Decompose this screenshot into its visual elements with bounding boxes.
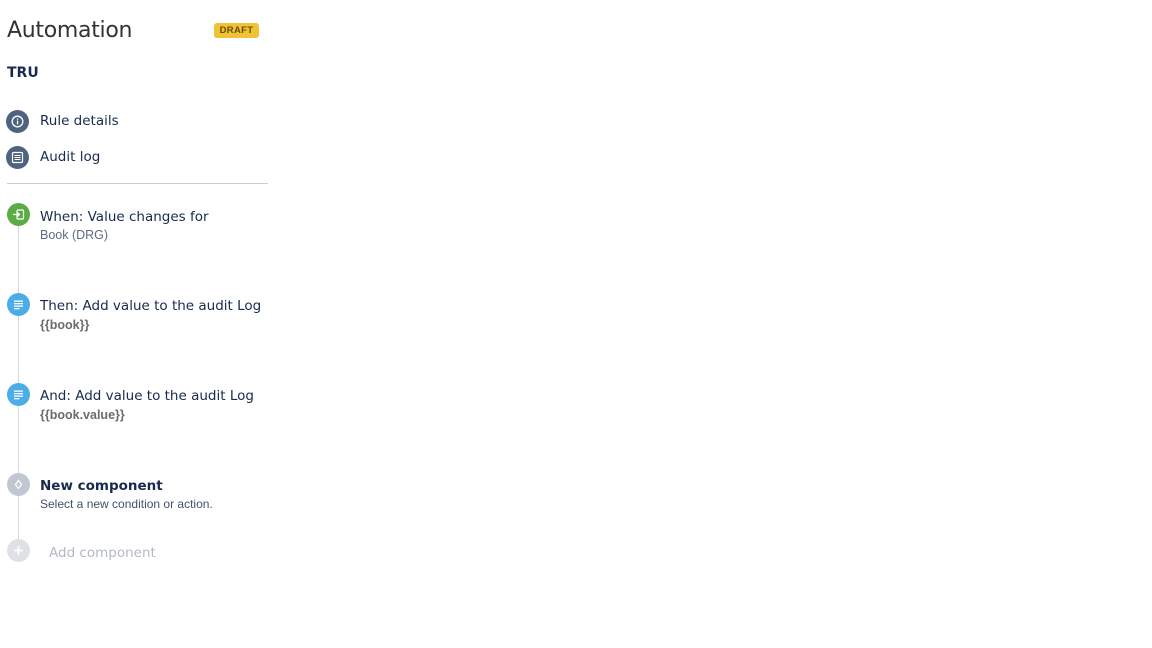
nav-item-audit-log[interactable]: Audit log	[6, 145, 100, 169]
nav-item-label: Rule details	[40, 113, 119, 129]
step-subtitle: {{book.value}}	[40, 408, 125, 422]
automation-sidebar: Automation DRAFT TRU Rule details Audit …	[0, 0, 270, 648]
nav-item-rule-details[interactable]: Rule details	[6, 109, 119, 133]
trigger-icon	[7, 203, 30, 226]
add-component-button[interactable]: Add component	[49, 545, 156, 561]
step-subtitle: Book (DRG)	[40, 228, 109, 242]
document-icon	[7, 293, 30, 316]
step-subtitle: {{book}}	[40, 318, 90, 332]
add-icon[interactable]	[7, 539, 30, 562]
page-title: Automation	[7, 18, 133, 43]
diamond-icon	[7, 473, 30, 496]
step-title: When: Value changes for	[40, 209, 209, 225]
timeline-connector	[18, 495, 19, 539]
info-icon	[6, 109, 29, 133]
status-badge: DRAFT	[214, 23, 259, 38]
timeline-connector	[18, 406, 19, 473]
document-icon	[7, 383, 30, 406]
step-title: Then: Add value to the audit Log	[40, 298, 262, 314]
step-title: New component	[40, 478, 163, 494]
project-key: TRU	[7, 65, 39, 81]
timeline-connector	[18, 316, 19, 384]
divider	[7, 183, 268, 184]
step-subtitle: Select a new condition or action.	[40, 497, 213, 511]
step-title: And: Add value to the audit Log	[40, 388, 254, 404]
list-icon	[6, 145, 29, 169]
nav-item-label: Audit log	[40, 149, 101, 165]
timeline-connector	[18, 226, 19, 294]
